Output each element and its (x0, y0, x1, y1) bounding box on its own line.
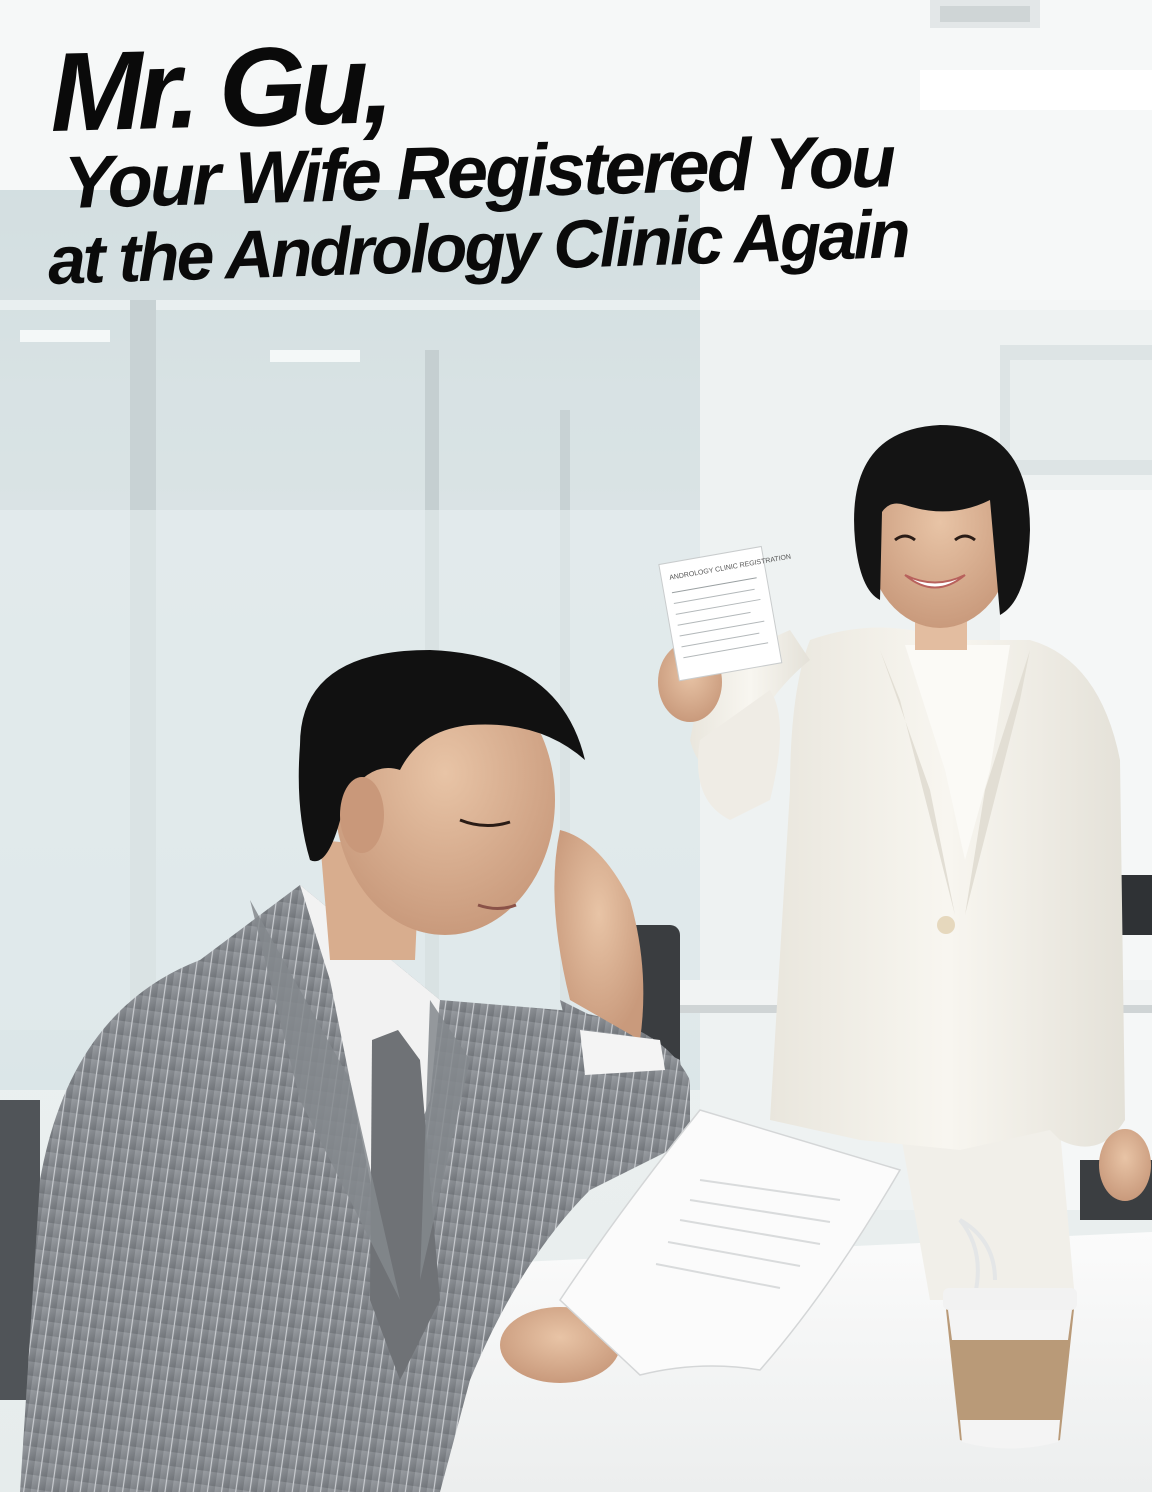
office-scene: ANDROLOGY CLINIC REGISTRATION (0, 0, 1152, 1492)
ceiling-light (920, 70, 1152, 110)
